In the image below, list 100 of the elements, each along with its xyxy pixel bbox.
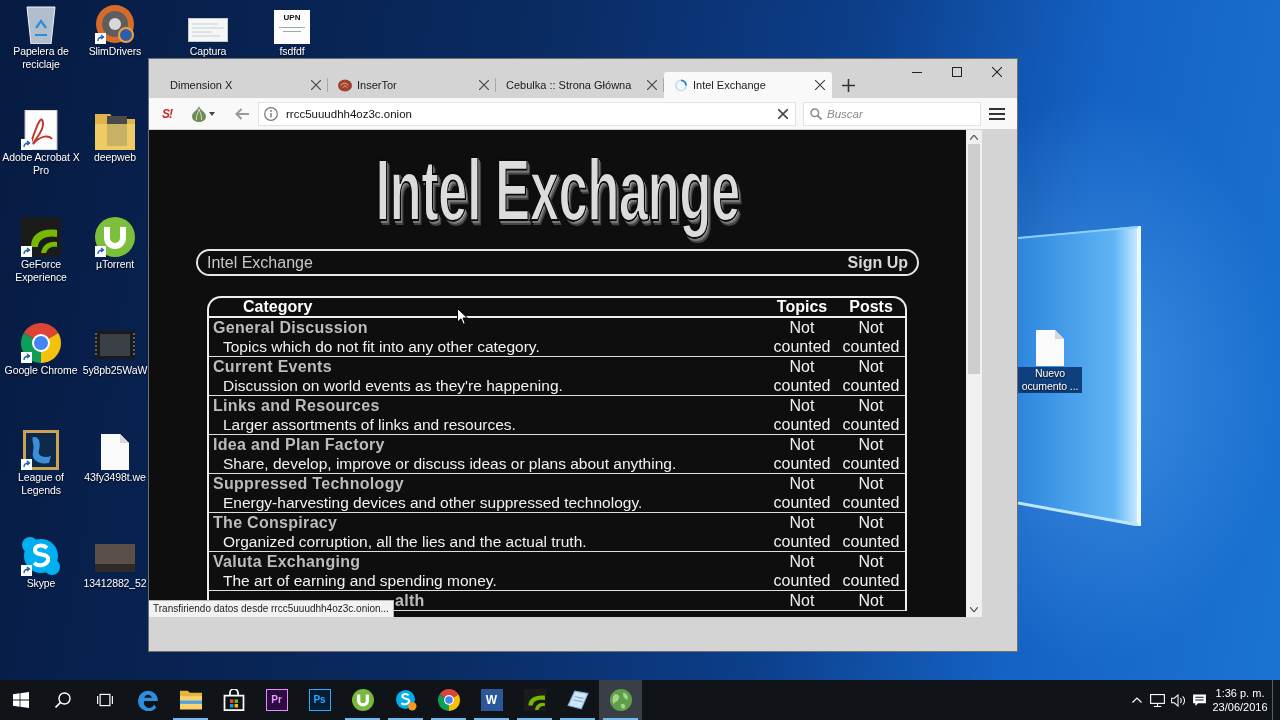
app-logo: W [480, 689, 503, 711]
taskbar-app-button[interactable] [599, 680, 642, 720]
category-link[interactable]: Valuta Exchanging [213, 552, 361, 571]
loading-spinner-icon [674, 78, 688, 92]
category-link[interactable]: alth [395, 591, 425, 610]
browser-tab[interactable]: Dimension X [160, 72, 328, 98]
taskbar-app-button[interactable]: Ps [298, 680, 341, 720]
file-icon [1036, 330, 1064, 366]
clock[interactable]: 1:36 p. m. 23/06/2016 [1210, 680, 1270, 720]
browser-tab[interactable]: Intel Exchange [664, 72, 832, 98]
scrollbar[interactable] [966, 130, 982, 617]
desktop-icon[interactable]: Captura [166, 4, 250, 58]
tab-close-button[interactable] [647, 80, 657, 90]
category-link[interactable]: Idea and Plan Factory [213, 435, 385, 454]
category-link[interactable]: The Conspiracy [213, 513, 338, 532]
close-icon [815, 80, 825, 90]
taskbar-app-button[interactable]: Pr [255, 680, 298, 720]
skype-icon [21, 535, 61, 576]
addon-button[interactable]: S! [159, 106, 175, 121]
desktop-icon[interactable]: 43fy3498t.we [82, 429, 148, 484]
desktop-icon[interactable]: 13412882_52 [82, 535, 148, 590]
network-icon [1150, 693, 1165, 707]
screenshot-thumbnail-icon [188, 18, 228, 42]
tab-close-button[interactable] [311, 80, 321, 90]
desktop-icon[interactable]: League of Legends [0, 429, 82, 497]
start-icon [13, 692, 29, 708]
table-cell-text: Not counted [841, 513, 901, 551]
desktop-icon[interactable]: Adobe Acrobat X Pro [0, 110, 82, 178]
shopping-bag-icon [222, 689, 245, 711]
video-thumbnail-icon [95, 331, 135, 360]
wheel-icon [95, 4, 135, 44]
photo-thumbnail-icon [95, 543, 135, 572]
clear-url-button[interactable] [778, 108, 788, 119]
desktop-icon[interactable]: GeForce Experience [0, 216, 82, 284]
category-link[interactable]: Current Events [213, 357, 332, 376]
close-icon [778, 108, 788, 119]
desktop-icon[interactable]: UPN fsdfdf [250, 4, 334, 58]
close-icon [479, 80, 489, 90]
browser-icon [136, 689, 159, 711]
info-icon [264, 106, 278, 121]
minimize-icon [912, 71, 922, 73]
table-cell-text: Not [857, 591, 885, 610]
scroll-down-icon[interactable] [970, 607, 978, 612]
onion-icon [192, 105, 206, 122]
table-cell-text: Not counted [841, 552, 901, 590]
desktop-icon[interactable]: µTorrent [82, 216, 148, 271]
geforce-icon [523, 689, 546, 711]
status-tooltip: Transfiriendo datos desde rrcc5uuudhh4oz3c.onion... [149, 600, 394, 617]
category-description: Topics which do not fit into any other category. [223, 337, 540, 356]
desktop-icon[interactable]: 5y8pb25WaW [82, 323, 148, 378]
category-description: Share, develop, improve or discuss ideas or plans about anything. [223, 454, 677, 473]
category-link[interactable]: General Discussion [213, 318, 368, 337]
taskbar-app-button[interactable]: W [470, 680, 513, 720]
table-cell-text: Not counted [841, 357, 901, 395]
address-field[interactable]: rrcc5uuudhh4oz3c.onion [258, 101, 796, 126]
table-cell-text: Not counted [841, 435, 901, 473]
desktop-icon[interactable]: Papelera de reciclaje [0, 4, 82, 71]
file-icon [101, 433, 129, 470]
folder-icon [179, 689, 202, 711]
task-view-icon [97, 692, 113, 708]
search-field[interactable]: Buscar [803, 101, 981, 126]
column-header: Posts [849, 298, 893, 315]
search-icon [810, 107, 822, 120]
torrent-icon [351, 689, 374, 711]
table-cell-text: Not counted [772, 357, 832, 395]
category-link[interactable]: Suppressed Technology [213, 474, 404, 493]
table-cell-text: Not counted [841, 318, 901, 356]
scroll-up-icon[interactable] [970, 135, 978, 140]
column-header: Topics [776, 298, 828, 315]
browser-tab[interactable]: InserTor [328, 72, 496, 98]
caret-icon [209, 111, 215, 116]
desktop-icon[interactable]: Google Chrome [0, 323, 82, 378]
geforce-icon [21, 216, 61, 257]
browser-tab[interactable]: Cebulka :: Strona Główna [496, 72, 664, 98]
column-header: Category [243, 298, 313, 315]
table-cell-text: Not counted [772, 396, 832, 434]
chrome-icon [437, 689, 460, 711]
scrollbar-thumb[interactable] [968, 144, 980, 374]
tab-close-button[interactable] [479, 80, 489, 90]
tab-close-button[interactable] [815, 80, 825, 90]
plus-icon [841, 78, 855, 92]
category-link[interactable]: Links and Resources [213, 396, 380, 415]
shell-icon [338, 78, 352, 92]
desktop-icon[interactable]: Skype [0, 535, 82, 590]
skype-icon [394, 689, 417, 711]
globe-icon [609, 689, 632, 711]
app-icon [566, 689, 589, 711]
sign-up-link[interactable]: Sign Up [847, 253, 908, 272]
desktop-icon[interactable]: deepweb [82, 110, 148, 165]
table-cell-text: Not counted [841, 396, 901, 434]
game-icon [21, 429, 61, 470]
back-arrow-icon [235, 107, 249, 120]
table-cell-text: Not counted [772, 474, 832, 512]
site-logo: Intel Exchange [375, 140, 740, 240]
volume-icon [1171, 693, 1186, 707]
close-icon [311, 80, 321, 90]
desktop-icon[interactable]: SlimDrivers [82, 4, 148, 58]
chevron-up-icon [1131, 697, 1142, 703]
category-description: Larger assortments of links and resources. [223, 415, 516, 434]
category-description: Energy-harvesting devices and other suppressed technology. [223, 493, 643, 512]
